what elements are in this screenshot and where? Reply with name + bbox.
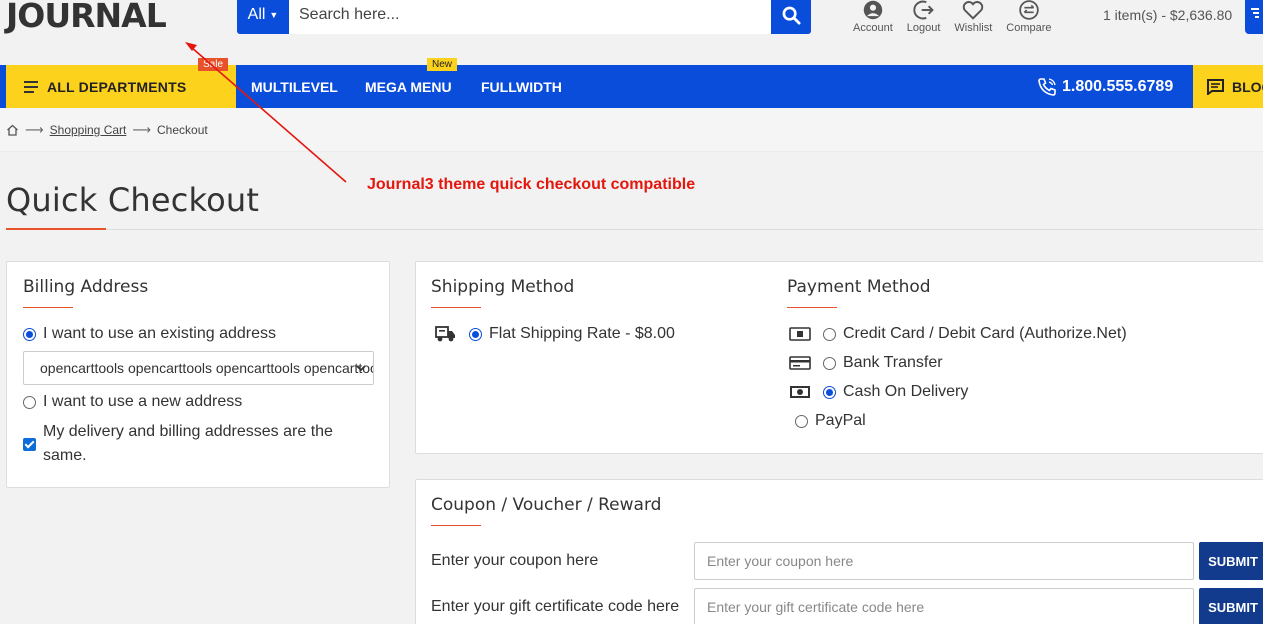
payment-cod-radio[interactable] [823, 385, 836, 399]
flat-shipping-radio[interactable] [469, 327, 482, 341]
search-icon [782, 6, 801, 25]
phone-icon [1038, 77, 1056, 96]
gift-label: Enter your gift certificate code here [431, 598, 680, 615]
compare-label: Compare [1006, 22, 1052, 34]
billing-panel: Billing Address I want to use an existin… [6, 261, 390, 488]
sale-badge: Sale [198, 58, 229, 71]
main-nav: ALL DEPARTMENTS Sale MULTILEVEL MEGA MEN… [0, 58, 1263, 108]
breadcrumb-arrow-icon: ⟶ [132, 122, 151, 137]
payment-option-card[interactable]: Credit Card / Debit Card (Authorize.Net) [789, 325, 1127, 343]
new-address-label: I want to use a new address [43, 393, 243, 410]
gift-submit-button[interactable]: SUBMIT [1199, 588, 1263, 624]
payment-card-label: Credit Card / Debit Card (Authorize.Net) [843, 325, 1127, 342]
account-link[interactable]: Account [853, 0, 893, 34]
breadcrumb: ⟶ Shopping Cart ⟶ Checkout [6, 122, 208, 138]
payment-accent-line [787, 307, 837, 308]
flat-shipping-label: Flat Shipping Rate - $8.00 [489, 325, 675, 342]
payment-option-cod[interactable]: Cash On Delivery [789, 383, 968, 401]
new-address-option[interactable]: I want to use a new address [23, 393, 242, 411]
annotation-text: Journal3 theme quick checkout compatible [367, 176, 696, 193]
payment-paypal-label: PayPal [815, 412, 866, 429]
payment-option-bank[interactable]: Bank Transfer [789, 354, 943, 372]
chevron-down-icon [356, 365, 366, 372]
cart-summary[interactable]: 1 item(s) - $2,636.80 [1103, 7, 1232, 23]
search-input[interactable] [289, 0, 771, 34]
wishlist-label: Wishlist [954, 22, 993, 34]
payment-bank-label: Bank Transfer [843, 354, 943, 371]
new-badge: New [427, 58, 458, 71]
all-departments-label: ALL DEPARTMENTS [47, 78, 187, 95]
nav-fullwidth[interactable]: FULLWIDTH [481, 65, 562, 108]
coupon-panel: Coupon / Voucher / Reward Enter your cou… [415, 479, 1263, 624]
billing-accent-line [23, 307, 73, 308]
existing-address-radio[interactable] [23, 327, 36, 341]
breadcrumb-checkout: Checkout [157, 123, 208, 137]
search-button[interactable] [771, 0, 811, 34]
payment-option-paypal[interactable]: PayPal [795, 412, 866, 430]
coupon-input[interactable]: Enter your coupon here [694, 542, 1194, 580]
bank-card-icon [789, 356, 811, 370]
payment-bank-radio[interactable] [823, 356, 836, 370]
search-bar: All ▼ [237, 0, 811, 34]
cart-button[interactable] [1245, 0, 1263, 34]
payment-cod-label: Cash On Delivery [843, 383, 969, 400]
all-departments-button[interactable]: ALL DEPARTMENTS [6, 65, 236, 108]
page-title: Quick Checkout [6, 181, 260, 219]
title-accent-line [6, 228, 106, 230]
phone-number: 1.800.555.6789 [1062, 77, 1174, 95]
site-header: JOURNAL All ▼ Account Logout Wishlist Co… [0, 0, 1263, 65]
address-select-value: opencarttools opencarttools opencarttool… [40, 360, 374, 376]
site-logo[interactable]: JOURNAL [6, 0, 167, 35]
address-select[interactable]: opencarttools opencarttools opencarttool… [23, 351, 374, 385]
breadcrumb-bar: ⟶ Shopping Cart ⟶ Checkout [0, 108, 1263, 152]
compare-icon [1019, 0, 1039, 20]
blog-link[interactable]: BLOG [1193, 65, 1263, 108]
coupon-accent-line [431, 525, 481, 526]
existing-address-label: I want to use an existing address [43, 325, 277, 342]
header-links: Account Logout Wishlist Compare [853, 0, 1066, 34]
new-address-radio[interactable] [23, 395, 36, 409]
logout-link[interactable]: Logout [906, 0, 941, 34]
payment-card-radio[interactable] [823, 327, 836, 341]
menu-icon [24, 80, 38, 93]
shipping-title: Shipping Method [431, 277, 575, 297]
same-address-label: My delivery and billing addresses are th… [43, 423, 333, 464]
account-label: Account [853, 22, 893, 34]
logout-label: Logout [906, 22, 941, 34]
nav-mega-menu[interactable]: MEGA MENU [365, 65, 452, 108]
truck-icon [435, 326, 455, 342]
nav-multilevel[interactable]: MULTILEVEL [251, 65, 338, 108]
coupon-title: Coupon / Voucher / Reward [431, 495, 662, 515]
existing-address-option[interactable]: I want to use an existing address [23, 325, 276, 343]
caret-down-icon: ▼ [269, 10, 279, 20]
compare-link[interactable]: Compare [1006, 0, 1052, 34]
search-category-dropdown[interactable]: All ▼ [237, 0, 289, 34]
same-address-checkbox[interactable] [23, 437, 36, 451]
payment-paypal-radio[interactable] [795, 414, 808, 428]
coupon-submit-button[interactable]: SUBMIT [1199, 542, 1263, 580]
phone-link[interactable]: 1.800.555.6789 [1037, 65, 1173, 108]
billing-title: Billing Address [23, 277, 149, 297]
breadcrumb-arrow-icon: ⟶ [25, 122, 44, 137]
gift-input[interactable]: Enter your gift certificate code here [694, 588, 1194, 624]
breadcrumb-shopping-cart[interactable]: Shopping Cart [50, 123, 127, 137]
cash-icon [790, 386, 810, 398]
coupon-label: Enter your coupon here [431, 552, 599, 569]
heart-icon [963, 1, 984, 20]
home-icon[interactable] [6, 124, 19, 136]
logout-icon [912, 0, 934, 20]
same-address-option[interactable]: My delivery and billing addresses are th… [23, 420, 343, 468]
shipping-accent-line [431, 307, 481, 308]
blog-icon [1207, 78, 1224, 95]
cart-icon [1251, 8, 1261, 18]
title-divider [6, 229, 1263, 230]
flat-shipping-option[interactable]: Flat Shipping Rate - $8.00 [435, 325, 675, 343]
credit-card-icon [789, 327, 811, 341]
payment-title: Payment Method [787, 277, 931, 297]
search-category-label: All [247, 6, 266, 23]
account-icon [863, 0, 883, 20]
wishlist-link[interactable]: Wishlist [954, 0, 992, 34]
blog-label: BLOG [1232, 78, 1263, 95]
shipping-payment-panel: Shipping Method Flat Shipping Rate - $8.… [415, 261, 1263, 454]
